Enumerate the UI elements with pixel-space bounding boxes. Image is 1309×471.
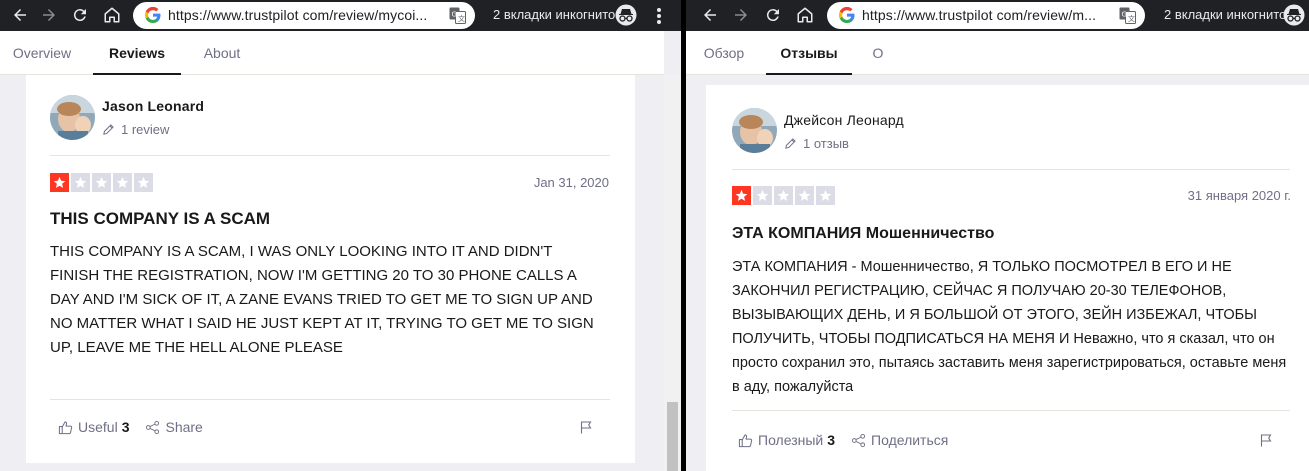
share-label: Поделиться xyxy=(871,432,949,448)
star-icon xyxy=(774,186,793,205)
tab-reviews[interactable]: Reviews xyxy=(93,31,181,75)
incognito-label: 2 вкладки инкогнито xyxy=(493,7,616,22)
right-browser-window: https://www.trustpilot com/review/m... G… xyxy=(686,0,1309,471)
reviewer-review-count: 1 отзыв xyxy=(784,136,849,151)
avatar[interactable] xyxy=(50,95,95,140)
share-icon xyxy=(146,420,160,434)
reviewer-name[interactable]: Jason Leonard xyxy=(102,98,204,114)
review-title[interactable]: THIS COMPANY IS A SCAM xyxy=(50,209,270,229)
review-body: ЭТА КОМПАНИЯ - Мошенничество, Я ТОЛЬКО П… xyxy=(732,259,1287,395)
review-date: 31 января 2020 г. xyxy=(1187,188,1291,203)
divider xyxy=(50,155,610,156)
review-actions: Полезный 3 Поделиться xyxy=(738,432,964,448)
svg-text:文: 文 xyxy=(458,14,465,23)
star-icon xyxy=(50,173,69,192)
review-card: Джейсон Леонард 1 отзыв 31 января 2020 г… xyxy=(706,85,1309,471)
review-count-text: 1 отзыв xyxy=(803,136,849,151)
tab-about[interactable]: О xyxy=(862,31,894,75)
useful-label: Useful xyxy=(78,419,118,435)
star-icon xyxy=(816,186,835,205)
review-date: Jan 31, 2020 xyxy=(533,175,609,190)
browser-toolbar: https://www.trustpilot com/review/m... G… xyxy=(686,0,1309,31)
svg-text:G: G xyxy=(1122,11,1127,19)
star-icon xyxy=(795,186,814,205)
google-icon xyxy=(839,7,855,23)
tab-overview[interactable]: Обзор xyxy=(692,31,756,75)
useful-button[interactable]: Полезный 3 xyxy=(738,432,835,448)
forward-arrow-icon[interactable] xyxy=(37,3,61,27)
incognito-icon[interactable] xyxy=(615,4,637,26)
tab-overview[interactable]: Overview xyxy=(0,31,84,75)
useful-label: Полезный xyxy=(758,432,824,448)
pencil-icon xyxy=(103,124,114,135)
divider xyxy=(732,169,1290,170)
review-title[interactable]: ЭТА КОМПАНИЯ Мошенничество xyxy=(732,225,994,243)
google-icon xyxy=(145,7,161,23)
translate-icon[interactable]: G 文 xyxy=(449,7,466,24)
reviewer-review-count: 1 review xyxy=(102,122,169,137)
star-icon xyxy=(732,186,751,205)
thumbs-up-icon xyxy=(738,433,753,447)
useful-count: 3 xyxy=(121,419,130,435)
avatar[interactable] xyxy=(732,108,777,153)
flag-icon[interactable] xyxy=(1259,433,1273,447)
browser-toolbar: https://www.trustpilot com/review/mycoi.… xyxy=(0,0,681,31)
review-actions: Useful 3 Share xyxy=(58,419,219,435)
useful-count: 3 xyxy=(827,432,836,448)
review-count-text: 1 review xyxy=(121,122,170,137)
star-icon xyxy=(92,173,111,192)
thumbs-up-icon xyxy=(58,420,73,434)
url-text: https://www.trustpilot com/review/m... xyxy=(862,7,1097,23)
translate-icon[interactable]: G 文 xyxy=(1119,7,1136,24)
share-label: Share xyxy=(165,419,203,435)
star-icon xyxy=(134,173,153,192)
incognito-icon[interactable] xyxy=(1283,4,1305,26)
divider xyxy=(732,410,1290,411)
svg-text:文: 文 xyxy=(1128,14,1135,23)
home-icon[interactable] xyxy=(793,3,817,27)
tab-about[interactable]: About xyxy=(190,31,254,75)
star-icon xyxy=(113,173,132,192)
tab-reviews[interactable]: Отзывы xyxy=(766,31,852,75)
share-button[interactable]: Share xyxy=(145,419,203,435)
menu-dots-icon[interactable] xyxy=(654,6,664,26)
review-tabs: Overview Reviews About xyxy=(0,31,664,75)
reviewer-name[interactable]: Джейсон Леонард xyxy=(784,112,904,128)
share-icon xyxy=(851,433,866,447)
star-icon xyxy=(71,173,90,192)
incognito-label: 2 вкладки инкогнито xyxy=(1164,7,1287,22)
back-arrow-icon[interactable] xyxy=(8,3,32,27)
forward-arrow-icon[interactable] xyxy=(729,3,753,27)
flag-icon[interactable] xyxy=(579,420,593,434)
reload-icon[interactable] xyxy=(68,3,92,27)
review-card: Jason Leonard 1 review Jan 31, 2020 THIS… xyxy=(26,75,635,463)
divider xyxy=(50,399,610,400)
left-browser-window: https://www.trustpilot com/review/mycoi.… xyxy=(0,0,681,471)
review-body: THIS COMPANY IS A SCAM, I WAS ONLY LOOKI… xyxy=(50,243,594,356)
share-button[interactable]: Поделиться xyxy=(851,432,948,448)
svg-text:G: G xyxy=(452,11,457,19)
home-icon[interactable] xyxy=(100,3,124,27)
address-bar[interactable]: https://www.trustpilot com/review/mycoi.… xyxy=(133,2,475,29)
star-rating xyxy=(732,186,835,205)
star-rating xyxy=(50,173,153,192)
review-tabs: Обзор Отзывы О xyxy=(686,31,1309,75)
useful-button[interactable]: Useful 3 xyxy=(58,419,129,435)
back-arrow-icon[interactable] xyxy=(698,3,722,27)
star-icon xyxy=(753,186,772,205)
reload-icon[interactable] xyxy=(761,3,785,27)
scrollbar-thumb[interactable] xyxy=(667,402,678,471)
pencil-icon xyxy=(785,138,796,149)
url-text: https://www.trustpilot com/review/mycoi.… xyxy=(168,7,428,23)
address-bar[interactable]: https://www.trustpilot com/review/m... G… xyxy=(827,2,1145,29)
